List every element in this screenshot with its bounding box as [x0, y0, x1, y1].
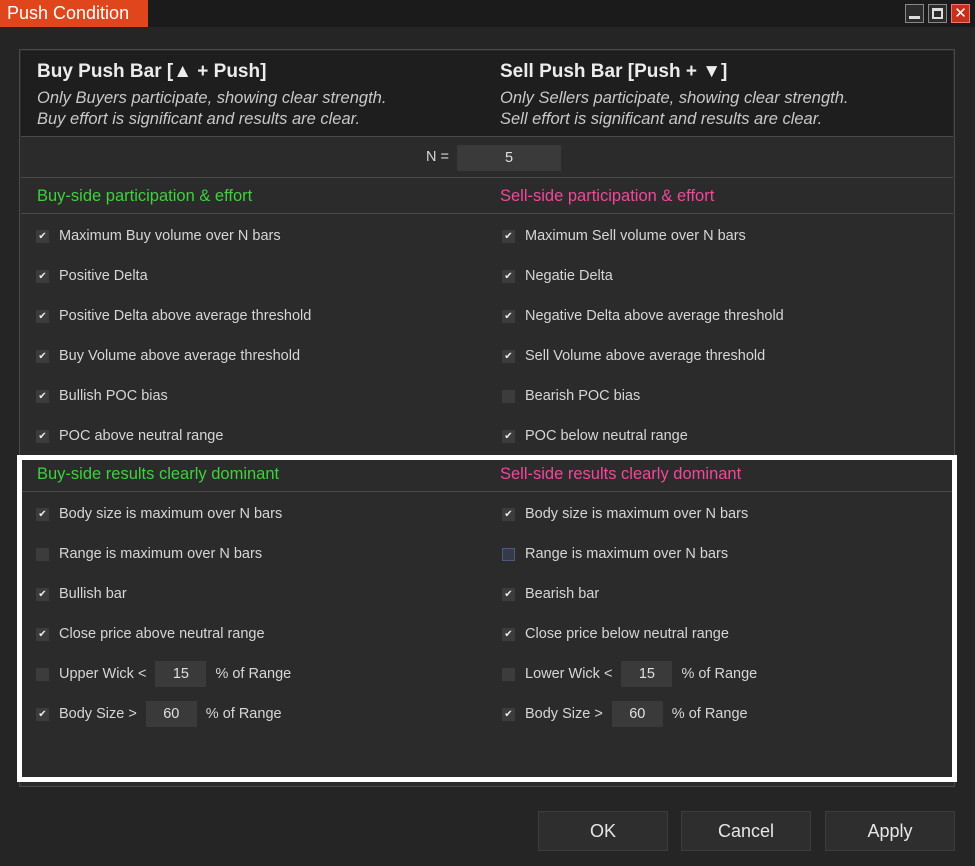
checkbox-row[interactable]: ✔ Positive Delta above average threshold [36, 306, 311, 326]
sell-push-title: Sell Push Bar [Push + ▼] [500, 61, 728, 82]
header-block: Buy Push Bar [▲ + Push] Only Buyers part… [21, 51, 953, 137]
checkbox[interactable]: ✔ [36, 389, 49, 403]
checkbox-row[interactable]: ✔ Bullish POC bias [36, 386, 168, 406]
n-label: N = [426, 149, 449, 165]
checkbox[interactable]: ✔ [36, 229, 49, 243]
checkbox-label: POC below neutral range [525, 428, 688, 444]
checkbox-label: Positive Delta above average threshold [59, 308, 312, 324]
minimize-icon [909, 16, 920, 19]
sell-desc-line-2: Sell effort is significant and results a… [500, 110, 823, 128]
checkbox-row[interactable]: ✔ Maximum Buy volume over N bars [36, 226, 281, 246]
close-button[interactable]: ✕ [951, 4, 970, 23]
minimize-button[interactable] [905, 4, 924, 23]
checkbox-label: Maximum Buy volume over N bars [59, 228, 281, 244]
maximize-button[interactable] [928, 4, 947, 23]
checkbox-label: Bullish POC bias [59, 388, 168, 404]
checkbox-label: Buy Volume above average threshold [59, 348, 301, 364]
checkbox-label: Negative Delta above average threshold [525, 308, 784, 324]
buy-desc-line-1: Only Buyers participate, showing clear s… [37, 89, 387, 107]
checkbox-row[interactable]: ✔ POC below neutral range [502, 426, 688, 446]
buy-push-title: Buy Push Bar [▲ + Push] [37, 61, 267, 82]
checkbox-row[interactable]: ✔ POC above neutral range [36, 426, 223, 446]
checkbox[interactable]: ✔ [502, 309, 515, 323]
checkbox[interactable]: ✔ [36, 349, 49, 363]
checkbox-row[interactable]: ✔ Negative Delta above average threshold [502, 306, 784, 326]
n-input[interactable]: 5 [457, 145, 561, 171]
window-title: Push Condition [0, 0, 148, 27]
checkbox-label: Negatie Delta [525, 268, 613, 284]
sell-desc-line-1: Only Sellers participate, showing clear … [500, 89, 849, 107]
checkbox[interactable] [502, 389, 515, 403]
checkbox-label: Maximum Sell volume over N bars [525, 228, 746, 244]
checkbox[interactable]: ✔ [36, 309, 49, 323]
n-bars-row: N = 5 [21, 138, 953, 178]
checkbox-row[interactable]: Bearish POC bias [502, 386, 640, 406]
checkbox[interactable]: ✔ [502, 269, 515, 283]
checkbox-label: POC above neutral range [59, 428, 224, 444]
cancel-button[interactable]: Cancel [681, 811, 811, 851]
buy-participation-title: Buy-side participation & effort [37, 187, 253, 205]
sell-push-description: Only Sellers participate, showing clear … [500, 88, 849, 130]
close-icon: ✕ [954, 5, 967, 22]
checkbox[interactable]: ✔ [36, 429, 49, 443]
checkbox-row[interactable]: ✔ Buy Volume above average threshold [36, 346, 300, 366]
results-highlight-frame [17, 455, 957, 782]
checkbox-label: Positive Delta [59, 268, 148, 284]
checkbox-row[interactable]: ✔ Maximum Sell volume over N bars [502, 226, 746, 246]
checkbox-row[interactable]: ✔ Positive Delta [36, 266, 148, 286]
checkbox[interactable]: ✔ [502, 229, 515, 243]
checkbox-row[interactable]: ✔ Negatie Delta [502, 266, 613, 286]
checkbox-row[interactable]: ✔ Sell Volume above average threshold [502, 346, 765, 366]
checkbox-label: Bearish POC bias [525, 388, 641, 404]
sell-participation-title: Sell-side participation & effort [500, 187, 715, 205]
participation-section-header: Buy-side participation & effort Sell-sid… [21, 179, 953, 214]
checkbox[interactable]: ✔ [502, 429, 515, 443]
maximize-icon [932, 8, 943, 19]
title-bar: Push Condition ✕ [0, 0, 975, 27]
checkbox[interactable]: ✔ [36, 269, 49, 283]
checkbox[interactable]: ✔ [502, 349, 515, 363]
buy-push-description: Only Buyers participate, showing clear s… [37, 88, 386, 130]
apply-button[interactable]: Apply [825, 811, 955, 851]
ok-button[interactable]: OK [538, 811, 668, 851]
buy-desc-line-2: Buy effort is significant and results ar… [37, 110, 361, 128]
checkbox-label: Sell Volume above average threshold [525, 348, 766, 364]
